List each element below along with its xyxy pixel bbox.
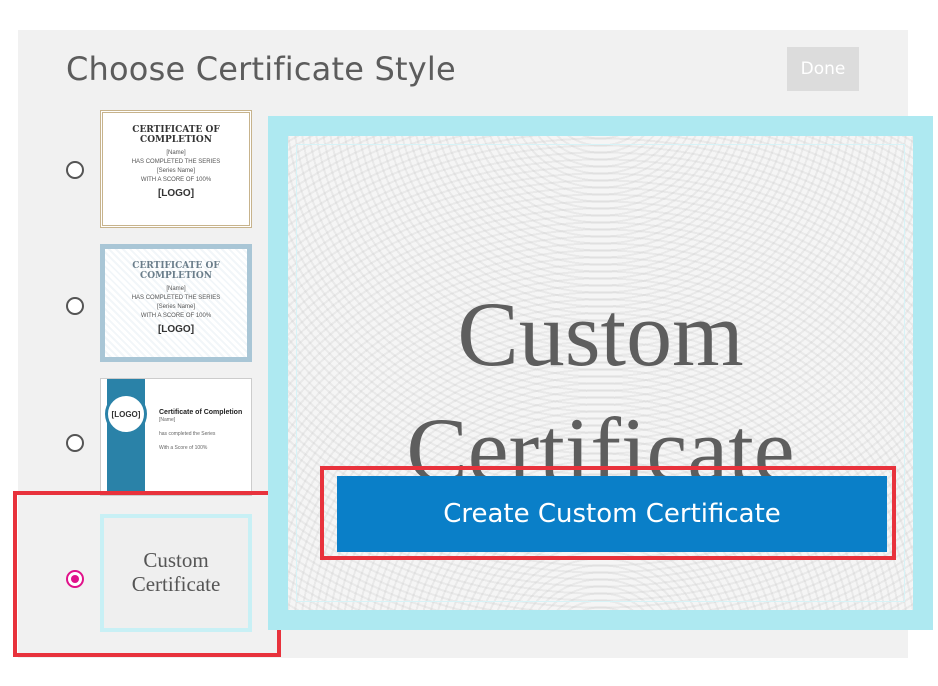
thumb-text-block: Certificate of Completion [Name] has com… xyxy=(159,409,251,452)
thumb-heading: CERTIFICATE OF COMPLETION xyxy=(132,261,220,281)
thumb-heading: CERTIFICATE OF COMPLETION xyxy=(132,125,220,145)
thumb-series: [Series Name] xyxy=(156,168,195,174)
create-button-highlight xyxy=(320,466,896,560)
thumb-score: WITH A SCORE OF 100% xyxy=(140,313,212,319)
thumb-score: With a Score of 100% xyxy=(159,445,208,451)
style-radio-1[interactable] xyxy=(66,161,84,179)
thumb-score: WITH A SCORE OF 100% xyxy=(140,177,212,183)
preview-line1: Custom xyxy=(457,283,744,385)
thumb-heading: Certificate of Completion xyxy=(159,409,243,416)
thumb-series: [Series Name] xyxy=(156,304,195,310)
thumb-line: has completed the Series xyxy=(159,431,216,437)
dialog-title: Choose Certificate Style xyxy=(66,50,456,88)
thumb-line: HAS COMPLETED THE SERIES xyxy=(131,295,221,301)
style-radio-3[interactable] xyxy=(66,434,84,452)
style-radio-2[interactable] xyxy=(66,297,84,315)
thumb-logo: [LOGO] xyxy=(157,324,195,335)
done-button[interactable]: Done xyxy=(787,47,859,91)
thumb-name: [Name] xyxy=(166,150,186,156)
thumb-name: [Name] xyxy=(166,286,186,292)
thumb-line: HAS COMPLETED THE SERIES xyxy=(131,159,221,165)
thumb-logo: [LOGO] xyxy=(105,393,147,435)
thumb-name: [Name] xyxy=(159,417,176,423)
thumb-logo: [LOGO] xyxy=(157,188,195,199)
style-thumbnail-1[interactable]: CERTIFICATE OF COMPLETION [Name] HAS COM… xyxy=(100,110,252,228)
selected-style-highlight xyxy=(13,491,281,657)
style-thumbnail-3[interactable]: [LOGO] Certificate of Completion [Name] … xyxy=(100,378,252,496)
style-thumbnail-2[interactable]: CERTIFICATE OF COMPLETION [Name] HAS COM… xyxy=(100,244,252,362)
